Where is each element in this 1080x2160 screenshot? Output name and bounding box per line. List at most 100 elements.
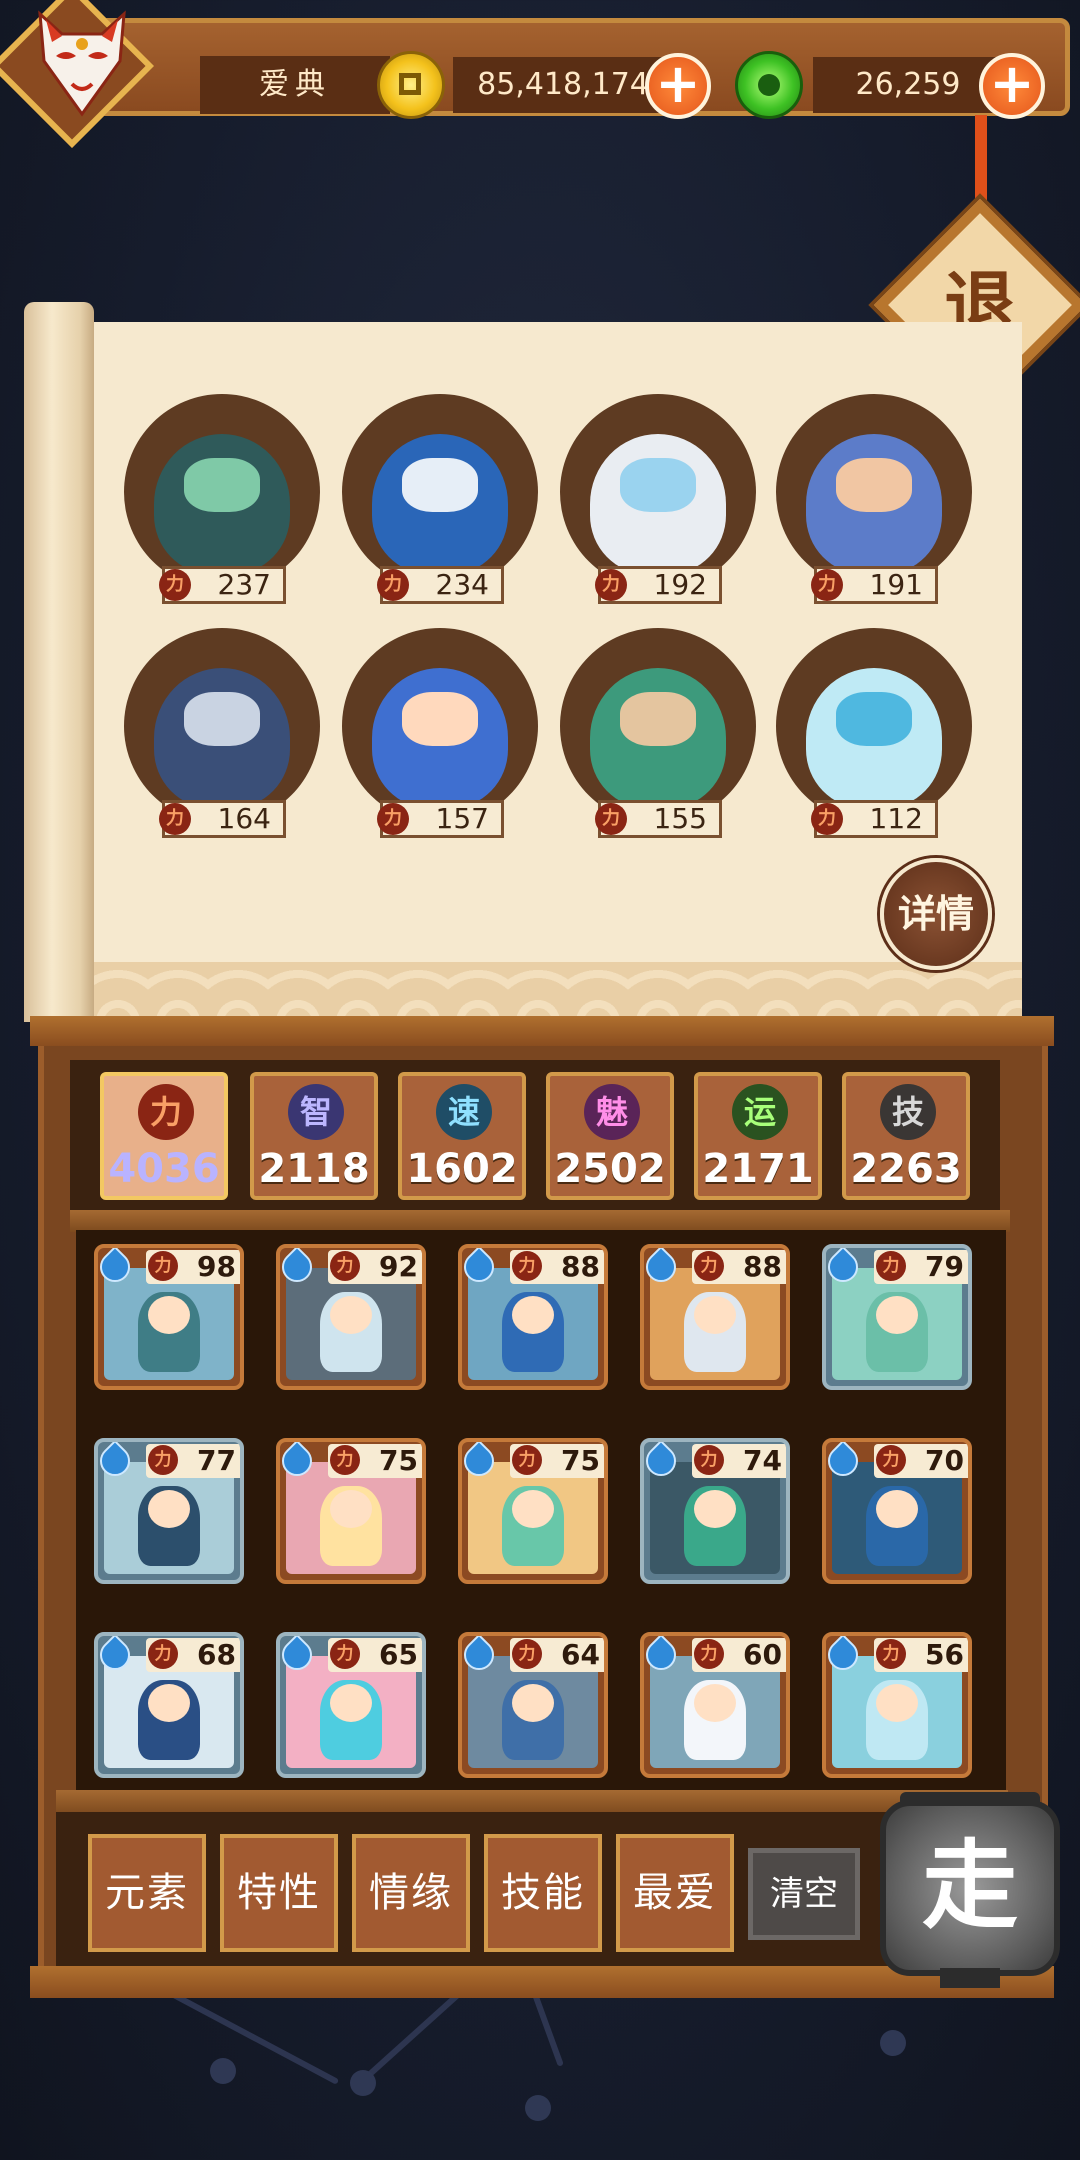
hero-card-scene [468, 1462, 598, 1574]
hero-card[interactable]: 力 79 [822, 1244, 972, 1390]
hero-card-scene [650, 1462, 780, 1574]
power-icon: 力 [512, 1639, 542, 1669]
hero-power-value: 237 [217, 568, 271, 601]
hero-power-pill: 力 155 [595, 800, 722, 838]
hero-card[interactable]: 力 74 [640, 1438, 790, 1584]
selected-hero[interactable]: 力 192 [560, 394, 756, 624]
hero-card-face [694, 1296, 736, 1334]
hero-card[interactable]: 力 88 [458, 1244, 608, 1390]
add-gold-button[interactable]: + [645, 53, 711, 119]
hero-power-badge: 力 75 [328, 1444, 422, 1478]
hero-card-scene [832, 1462, 962, 1574]
hero-power-badge: 力 56 [874, 1638, 968, 1672]
hero-card-face [330, 1490, 372, 1528]
power-icon: 力 [377, 569, 409, 601]
power-icon: 力 [512, 1445, 542, 1475]
hero-power-value: 234 [435, 568, 489, 601]
hero-card[interactable]: 力 64 [458, 1632, 608, 1778]
stat-tab[interactable]: 技 2263 [842, 1072, 970, 1200]
hero-power-value: 79 [925, 1250, 964, 1283]
filter-button[interactable]: 元素 [88, 1834, 206, 1952]
power-icon: 力 [330, 1251, 360, 1281]
hero-power-badge: 力 74 [692, 1444, 786, 1478]
hero-card[interactable]: 力 77 [94, 1438, 244, 1584]
hero-power-badge: 力 60 [692, 1638, 786, 1672]
hero-power-value: 157 [435, 802, 489, 835]
add-jade-button[interactable]: + [979, 53, 1045, 119]
hero-card-face [694, 1684, 736, 1722]
shelf-divider [70, 1210, 1010, 1232]
hero-card[interactable]: 力 75 [458, 1438, 608, 1584]
hero-power-pill: 力 234 [377, 566, 504, 604]
hero-card[interactable]: 力 56 [822, 1632, 972, 1778]
hero-card-scene [104, 1462, 234, 1574]
go-button[interactable]: 走 [880, 1800, 1060, 1976]
hero-power-value: 60 [743, 1638, 782, 1671]
hero-card[interactable]: 力 98 [94, 1244, 244, 1390]
hero-power-badge: 力 88 [692, 1250, 786, 1284]
selected-hero[interactable]: 力 157 [342, 628, 538, 858]
stat-tab[interactable]: 魅 2502 [546, 1072, 674, 1200]
hero-card[interactable]: 力 65 [276, 1632, 426, 1778]
hero-power-badge: 力 79 [874, 1250, 968, 1284]
stat-value: 4036 [108, 1146, 220, 1192]
selected-hero[interactable]: 力 164 [124, 628, 320, 858]
filter-button[interactable]: 最爱 [616, 1834, 734, 1952]
detail-button[interactable]: 详情 [880, 858, 992, 970]
power-icon: 力 [595, 803, 627, 835]
hero-face [184, 458, 260, 512]
hero-power-badge: 力 98 [146, 1250, 240, 1284]
hero-card-scene [832, 1656, 962, 1768]
hero-power-value: 74 [743, 1444, 782, 1477]
hero-power-value: 75 [379, 1444, 418, 1477]
stat-symbol-icon: 力 [138, 1084, 194, 1140]
selected-hero[interactable]: 力 234 [342, 394, 538, 624]
selected-hero[interactable]: 力 191 [776, 394, 972, 624]
hero-portrait [560, 628, 756, 824]
hero-card[interactable]: 力 60 [640, 1632, 790, 1778]
constellation-star [210, 2058, 236, 2084]
hero-power-badge: 力 88 [510, 1250, 604, 1284]
hero-power-pill: 力 164 [159, 800, 286, 838]
selected-hero[interactable]: 力 112 [776, 628, 972, 858]
fox-mask-avatar-icon[interactable] [32, 6, 132, 118]
hero-portrait [776, 394, 972, 590]
hero-card[interactable]: 力 88 [640, 1244, 790, 1390]
filter-button[interactable]: 特性 [220, 1834, 338, 1952]
stat-value: 2502 [554, 1146, 666, 1192]
clear-button[interactable]: 清空 [748, 1848, 860, 1940]
hero-face [836, 458, 912, 512]
hero-card-face [512, 1490, 554, 1528]
jade-coin-icon [735, 51, 803, 119]
selected-hero[interactable]: 力 155 [560, 628, 756, 858]
filter-button[interactable]: 情缘 [352, 1834, 470, 1952]
hero-card-scene [104, 1268, 234, 1380]
hero-card[interactable]: 力 92 [276, 1244, 426, 1390]
filter-button[interactable]: 技能 [484, 1834, 602, 1952]
player-name[interactable]: 爱典 [200, 56, 390, 114]
hero-power-pill: 力 191 [811, 566, 938, 604]
stat-tab[interactable]: 速 1602 [398, 1072, 526, 1200]
hero-card[interactable]: 力 70 [822, 1438, 972, 1584]
stat-tab[interactable]: 智 2118 [250, 1072, 378, 1200]
selected-hero[interactable]: 力 237 [124, 394, 320, 624]
hero-card[interactable]: 力 75 [276, 1438, 426, 1584]
hero-card-face [148, 1490, 190, 1528]
hero-card[interactable]: 力 68 [94, 1632, 244, 1778]
hero-card-scene [286, 1268, 416, 1380]
hero-portrait [560, 394, 756, 590]
constellation-star [350, 2070, 376, 2096]
power-icon: 力 [811, 803, 843, 835]
power-icon: 力 [811, 569, 843, 601]
hero-portrait [342, 628, 538, 824]
stat-symbol-icon: 技 [880, 1084, 936, 1140]
hero-power-value: 77 [197, 1444, 236, 1477]
hero-power-value: 191 [869, 568, 923, 601]
power-icon: 力 [148, 1445, 178, 1475]
stat-tab[interactable]: 力 4036 [100, 1072, 228, 1200]
stat-tab[interactable]: 运 2171 [694, 1072, 822, 1200]
hero-power-value: 164 [217, 802, 271, 835]
hero-power-badge: 力 70 [874, 1444, 968, 1478]
power-icon: 力 [159, 569, 191, 601]
jade-amount: 26,259 [813, 57, 1003, 113]
